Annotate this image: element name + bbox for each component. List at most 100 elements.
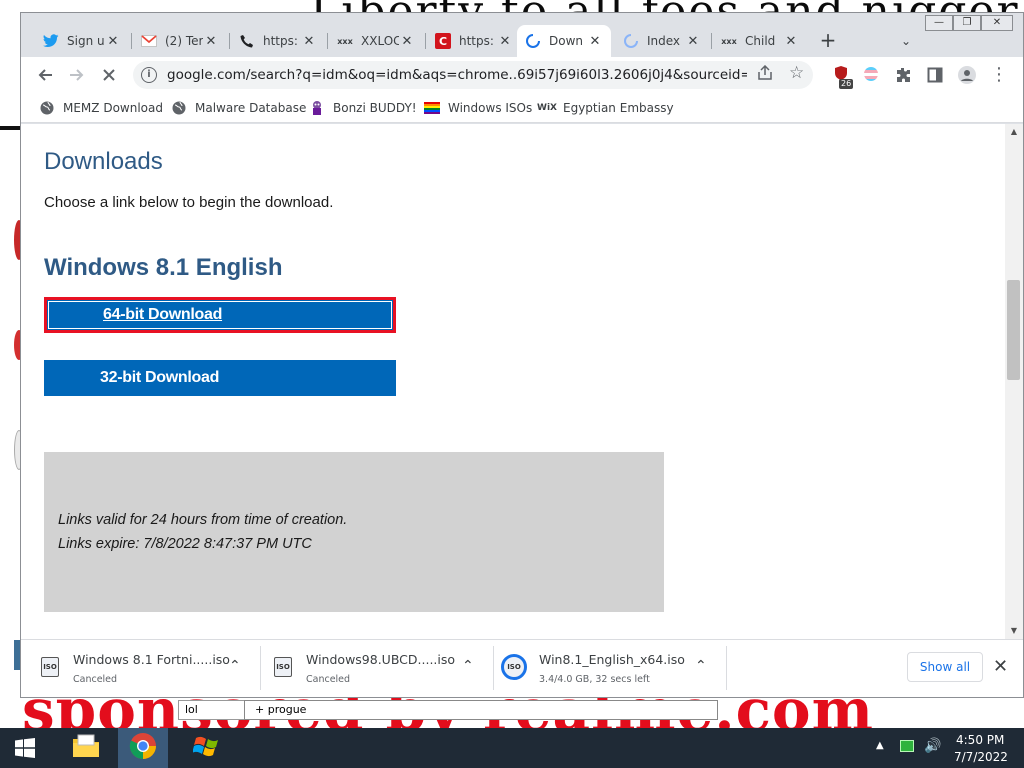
scrollbar-thumb[interactable]	[1007, 280, 1020, 380]
stop-loading-button[interactable]	[97, 63, 121, 87]
browser-toolbar: i google.com/search?q=idm&oq=idm&aqs=chr…	[21, 57, 1023, 93]
restore-button[interactable]: ❐	[953, 15, 981, 31]
tab-downloads-active[interactable]: Down ✕	[517, 25, 611, 57]
bookmark-memz[interactable]: MEMZ Download	[39, 99, 163, 117]
bookmark-egyptian-embassy[interactable]: WiX Egyptian Embassy	[537, 99, 674, 117]
bookmark-windows-isos[interactable]: Windows ISOs	[424, 99, 532, 117]
address-url[interactable]: google.com/search?q=idm&oq=idm&aqs=chrom…	[167, 67, 747, 83]
download-item-win81-english-x64[interactable]: ISO Win8.1_English_x64.iso 3.4/4.0 GB, 3…	[487, 640, 719, 698]
show-all-downloads-button[interactable]: Show all	[907, 652, 983, 682]
page-title: Downloads	[44, 148, 163, 175]
extensions-puzzle-icon[interactable]	[891, 63, 915, 87]
address-bar[interactable]: i google.com/search?q=idm&oq=idm&aqs=chr…	[133, 61, 813, 89]
windows-flag-icon	[192, 732, 223, 764]
download-64bit-button[interactable]: 64-bit Download	[44, 297, 396, 333]
desktop-note-right: + progue	[244, 700, 718, 720]
clock-time[interactable]: 4:50 PM	[956, 733, 1004, 747]
product-title: Windows 8.1 English	[44, 254, 283, 281]
shelf-divider	[726, 646, 727, 690]
vertical-scrollbar[interactable]: ▲ ▼	[1005, 124, 1023, 639]
tab-title: Child	[745, 34, 776, 48]
bookmarks-bar: MEMZ Download Malware Database Bonzi BUD…	[21, 93, 1023, 123]
taskbar-windows-app[interactable]	[184, 728, 232, 768]
chrome-window: — ❐ ✕ Sign u ✕ (2) Ter ✕ https: ✕ xxx XX…	[20, 12, 1024, 698]
tab-search-chevron-icon[interactable]: ⌄	[894, 29, 918, 53]
taskbar-chrome[interactable]	[118, 728, 168, 768]
download-32bit-button[interactable]: 32-bit Download	[44, 360, 396, 396]
close-icon[interactable]: ✕	[497, 34, 513, 49]
trans-flag-extension-icon[interactable]	[859, 63, 883, 87]
link-validity-text: Links valid for 24 hours from time of cr…	[58, 512, 348, 528]
close-icon[interactable]: ✕	[203, 34, 219, 49]
forward-button[interactable]	[65, 63, 89, 87]
link-expiry-text: Links expire: 7/8/2022 8:47:37 PM UTC	[58, 536, 312, 552]
back-button[interactable]	[33, 63, 57, 87]
share-icon[interactable]	[757, 64, 773, 85]
tab-separator	[131, 33, 132, 49]
phone-icon	[239, 33, 255, 49]
minimize-button[interactable]: —	[925, 15, 953, 31]
close-icon[interactable]: ✕	[105, 34, 121, 49]
xxx-icon: xxx	[721, 36, 737, 46]
tab-strip: — ❐ ✕ Sign u ✕ (2) Ter ✕ https: ✕ xxx XX…	[21, 13, 1023, 57]
bookmark-malware-database[interactable]: Malware Database	[171, 99, 306, 117]
globe-icon	[39, 100, 55, 116]
chevron-up-icon[interactable]: ⌃	[462, 658, 474, 674]
desktop-note-lol: lol	[178, 700, 248, 720]
tab-separator	[711, 33, 712, 49]
close-shelf-icon[interactable]: ✕	[993, 656, 1008, 677]
rainbow-flag-icon	[424, 100, 440, 116]
download-status: Canceled	[73, 674, 118, 685]
close-icon[interactable]: ✕	[783, 34, 799, 49]
tab-twitter[interactable]: Sign u ✕	[35, 25, 129, 57]
taskbar-file-explorer[interactable]	[62, 728, 110, 768]
tab-https-2[interactable]: C https: ✕	[427, 25, 521, 57]
scroll-up-arrow-icon[interactable]: ▲	[1005, 126, 1023, 138]
tab-separator	[229, 33, 230, 49]
close-icon[interactable]: ✕	[587, 34, 603, 49]
bookmark-label: Egyptian Embassy	[563, 101, 674, 115]
network-status-icon[interactable]	[900, 740, 914, 752]
bookmark-label: MEMZ Download	[63, 101, 163, 115]
download-item-win81-fortni[interactable]: ISO Windows 8.1 Fortni.....iso Canceled …	[21, 640, 253, 698]
loading-spinner-icon	[623, 33, 639, 49]
close-icon[interactable]: ✕	[301, 34, 317, 49]
start-button[interactable]	[14, 737, 36, 759]
close-window-button[interactable]: ✕	[981, 15, 1013, 31]
bookmark-bonzi-buddy[interactable]: Bonzi BUDDY!	[309, 99, 417, 117]
side-panel-icon[interactable]	[923, 63, 947, 87]
tab-xxloc[interactable]: xxx XXLOC ✕	[329, 25, 423, 57]
close-icon[interactable]: ✕	[399, 34, 415, 49]
desktop-line-fragment	[0, 126, 20, 130]
bookmark-label: Bonzi BUDDY!	[333, 101, 417, 115]
close-icon[interactable]: ✕	[685, 34, 701, 49]
bookmark-star-icon[interactable]: ☆	[789, 63, 804, 83]
tab-https-1[interactable]: https: ✕	[231, 25, 325, 57]
tab-title: Sign u	[67, 34, 105, 48]
chrome-menu-icon[interactable]: ⋮	[987, 63, 1011, 87]
globe-icon	[171, 100, 187, 116]
tab-index[interactable]: Index ✕	[615, 25, 709, 57]
download-progress-ring-icon: ISO	[501, 654, 527, 680]
tab-gmail[interactable]: (2) Ter ✕	[133, 25, 227, 57]
bookmark-label: Windows ISOs	[448, 101, 533, 115]
scroll-down-arrow-icon[interactable]: ▼	[1005, 625, 1023, 637]
clock-date[interactable]: 7/7/2022	[954, 750, 1008, 764]
download-item-win98-ubcd[interactable]: ISO Windows98.UBCD.....iso Canceled ⌃	[254, 640, 486, 698]
folder-icon	[71, 733, 101, 763]
tab-title: (2) Ter	[165, 34, 203, 48]
site-info-icon[interactable]: i	[141, 67, 157, 83]
iso-file-icon: ISO	[41, 657, 59, 677]
tray-expand-icon[interactable]: ▲	[876, 740, 884, 751]
chevron-up-icon[interactable]: ⌃	[229, 658, 241, 674]
iso-file-icon: ISO	[274, 657, 292, 677]
chevron-up-icon[interactable]: ⌃	[695, 658, 707, 674]
tab-title: https:	[263, 34, 298, 48]
profile-avatar-icon[interactable]	[955, 63, 979, 87]
volume-icon[interactable]: 🔊	[924, 738, 941, 754]
page-intro: Choose a link below to begin the downloa…	[44, 194, 334, 211]
tab-child[interactable]: xxx Child ✕	[713, 25, 807, 57]
tab-separator	[327, 33, 328, 49]
new-tab-button[interactable]: +	[816, 29, 840, 53]
download-filename: Win8.1_English_x64.iso	[539, 652, 685, 667]
